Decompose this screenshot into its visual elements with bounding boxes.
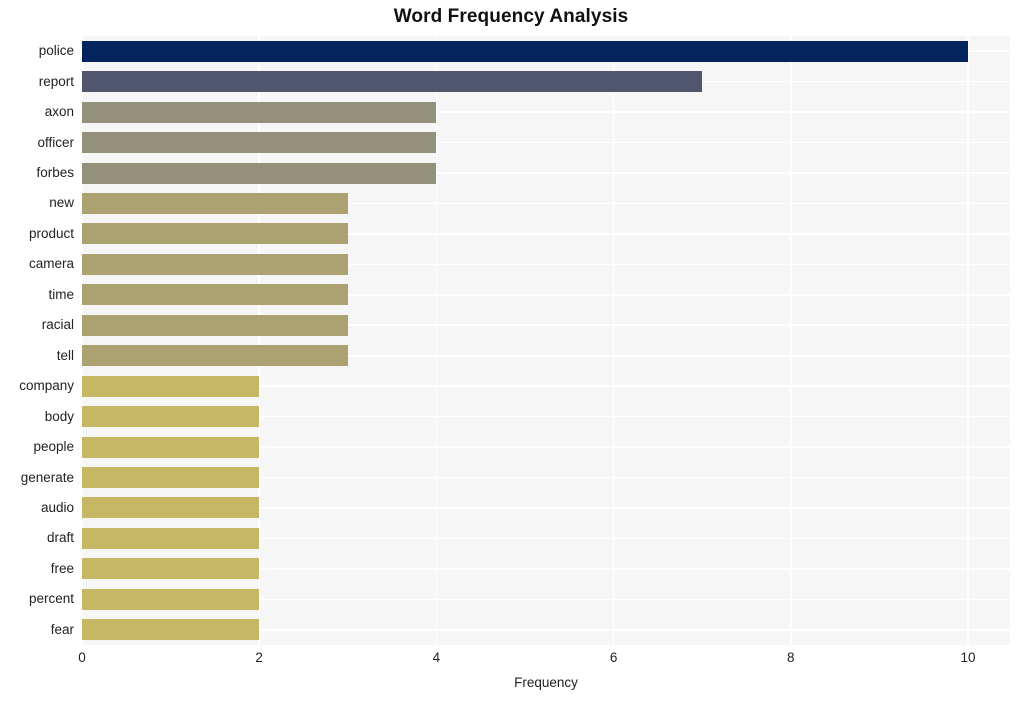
chart-figure: Word Frequency Analysis police report axon… xyxy=(0,0,1022,701)
x-axis-tick-label: 0 xyxy=(78,650,86,665)
x-axis-tick-label: 8 xyxy=(787,650,795,665)
bar xyxy=(82,253,348,275)
bar xyxy=(82,375,260,397)
x-axis-tick-label: 4 xyxy=(432,650,441,665)
y-axis-tick-label: company xyxy=(19,378,74,394)
y-axis-tick-label: generate xyxy=(20,469,74,485)
bar xyxy=(82,588,260,610)
y-axis-tick-label: police xyxy=(38,43,74,59)
bar xyxy=(82,467,260,489)
x-gridline xyxy=(612,36,615,645)
y-axis-tick-label: product xyxy=(28,225,74,241)
y-axis-tick-label: time xyxy=(48,286,74,302)
y-axis-tick-label: officer xyxy=(37,134,74,150)
x-gridline xyxy=(258,36,260,645)
bar xyxy=(82,345,348,367)
y-axis-tick-label: report xyxy=(38,73,74,89)
bar xyxy=(82,132,437,154)
y-axis-tick-label: percent xyxy=(28,591,74,607)
y-axis-tick-label: body xyxy=(44,408,74,424)
y-axis-tick-label: new xyxy=(49,195,74,211)
bar xyxy=(82,436,260,458)
bar xyxy=(82,192,348,214)
y-axis-tick-label: audio xyxy=(40,499,74,515)
y-axis-tick-label: fear xyxy=(50,621,74,637)
y-axis-tick-label: draft xyxy=(46,530,74,546)
y-axis-tick-label: axon xyxy=(44,104,74,120)
bar xyxy=(82,223,348,245)
bar xyxy=(82,527,260,549)
bar xyxy=(82,71,703,93)
bar xyxy=(82,40,968,62)
x-axis-tick-label: 10 xyxy=(960,650,976,665)
bar xyxy=(82,619,260,641)
x-gridline xyxy=(790,36,792,645)
y-axis-tick-label: free xyxy=(50,560,74,576)
chart-title: Word Frequency Analysis xyxy=(393,6,629,27)
bar xyxy=(82,558,260,580)
y-axis-tick-labels: police report axon officer forbes new product c… xyxy=(0,36,74,645)
bar xyxy=(82,497,260,519)
x-gridline xyxy=(82,36,83,645)
x-axis-title: Frequency xyxy=(514,675,578,690)
y-axis-tick-label: racial xyxy=(41,317,74,333)
y-axis-tick-label: camera xyxy=(28,256,74,272)
bar xyxy=(82,101,437,123)
bar xyxy=(82,406,260,428)
y-axis-tick-label: tell xyxy=(56,347,74,363)
y-axis-tick-label: people xyxy=(33,439,74,455)
bar xyxy=(82,314,348,336)
plot-area xyxy=(82,36,1010,645)
x-axis-tick-labels: 0 2 4 6 8 10 xyxy=(0,650,1022,672)
x-axis-tick-label: 6 xyxy=(609,650,618,665)
bar xyxy=(82,162,437,184)
x-gridline xyxy=(435,36,438,645)
x-axis-tick-label: 2 xyxy=(255,650,263,665)
y-axis-tick-label: forbes xyxy=(36,165,74,181)
bar xyxy=(82,284,348,306)
x-gridline xyxy=(967,36,969,645)
